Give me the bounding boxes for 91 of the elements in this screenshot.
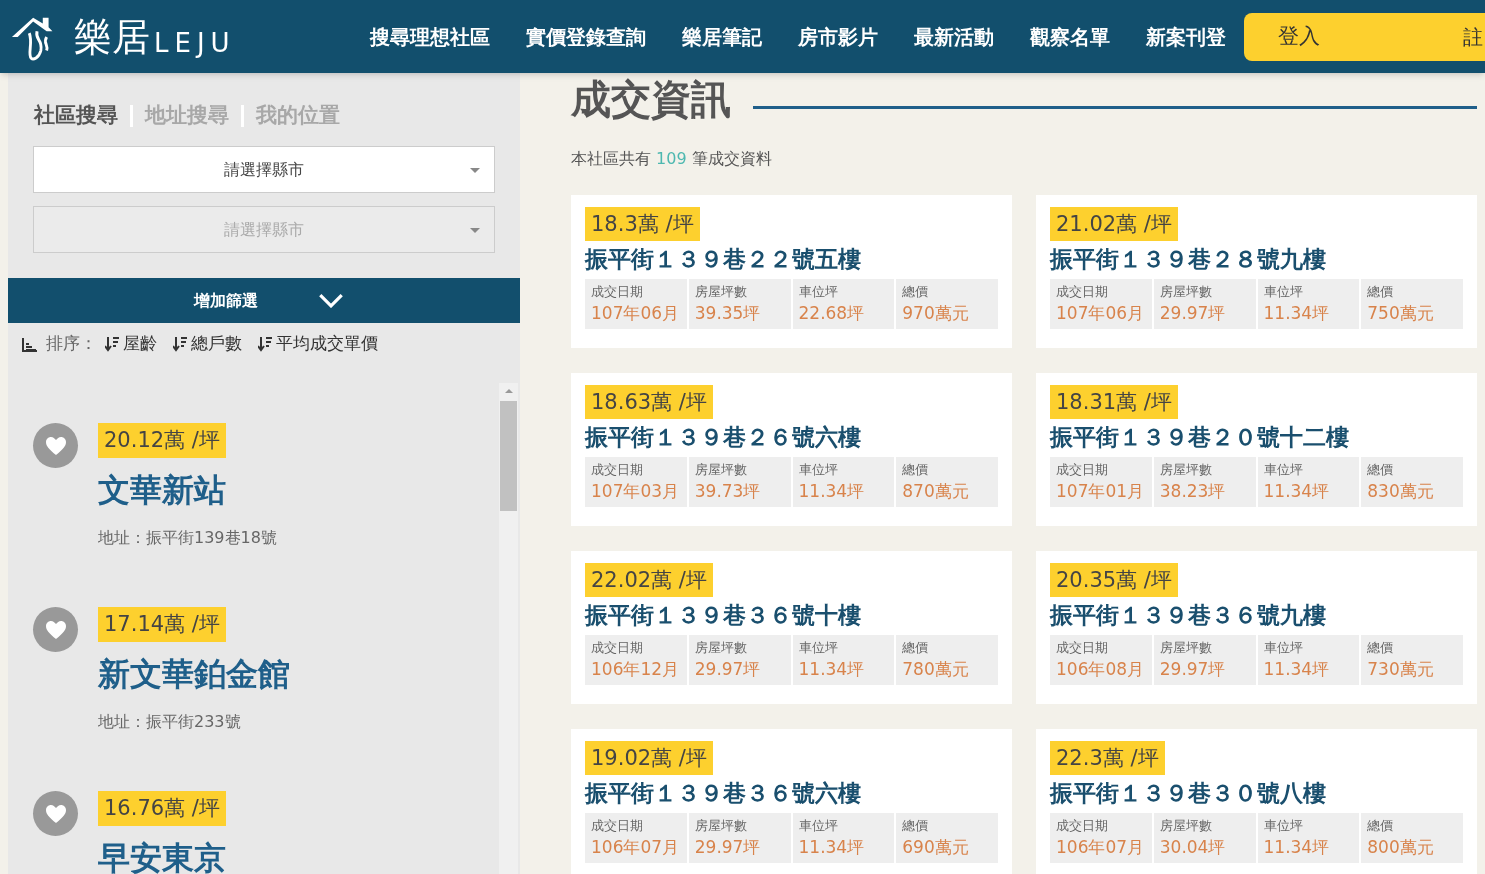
caret-icon (470, 168, 480, 173)
deal-address: 振平街１３９巷２２號五樓 (585, 245, 862, 274)
deal-field: 成交日期 107年06月 (585, 279, 687, 329)
price-tag: 22.3萬 /坪 (1050, 741, 1165, 775)
login-button[interactable]: 登入 (1244, 12, 1384, 61)
heart-icon (44, 619, 67, 640)
deal-field: 成交日期 106年07月 (1050, 813, 1152, 863)
deal-field: 成交日期 107年03月 (585, 457, 687, 507)
price-tag: 21.02萬 /坪 (1050, 207, 1178, 241)
community-address: 地址：振平街233號 (98, 711, 241, 733)
deal-field: 房屋坪數 39.35坪 (688, 279, 791, 329)
sort-label: 排序： (46, 332, 97, 356)
deal-field: 總價 800萬元 (1361, 813, 1463, 863)
community-name-link[interactable]: 文華新站 (98, 470, 226, 510)
nav-link[interactable]: 樂居筆記 (682, 21, 762, 52)
deal-field: 總價 830萬元 (1361, 457, 1463, 507)
deal-field: 車位坪 11.34坪 (1257, 813, 1360, 863)
deal-field: 車位坪 22.68坪 (792, 279, 895, 329)
logo-latin-text: LEJU (154, 29, 236, 56)
favorite-button[interactable] (33, 607, 78, 652)
deal-field: 總價 780萬元 (896, 635, 998, 685)
deal-field: 房屋坪數 29.97坪 (688, 813, 791, 863)
deal-address: 振平街１３９巷２６號六樓 (585, 423, 862, 452)
deal-field: 成交日期 106年07月 (585, 813, 687, 863)
deal-address: 振平街１３９巷２０號十二樓 (1050, 423, 1350, 452)
sort-descending-icon (105, 336, 119, 352)
scroll-up-icon (504, 389, 513, 393)
deal-field: 車位坪 11.34坪 (792, 635, 895, 685)
community-name-link[interactable]: 早安東京 (98, 838, 226, 874)
nav-link[interactable]: 最新活動 (914, 21, 994, 52)
sort-descending-icon (173, 336, 187, 352)
sort-descending-icon (258, 336, 272, 352)
deal-address: 振平街１３９巷３６號十樓 (585, 601, 862, 630)
sort-option[interactable]: 平均成交單價 (258, 331, 378, 357)
deal-field: 成交日期 107年01月 (1050, 457, 1152, 507)
logo-text: 樂居 (74, 17, 150, 56)
search-tab[interactable]: 社區搜尋 (34, 100, 118, 132)
price-tag: 20.12萬 /坪 (98, 423, 226, 458)
heart-icon (44, 435, 67, 456)
price-tag: 19.02萬 /坪 (585, 741, 713, 775)
nav-link[interactable]: 觀察名單 (1030, 21, 1110, 52)
scrollbar-thumb[interactable] (500, 401, 517, 511)
deal-field: 車位坪 11.34坪 (1257, 457, 1360, 507)
sort-bars-icon (22, 336, 38, 352)
deal-field: 車位坪 11.34坪 (792, 813, 895, 863)
price-tag: 18.3萬 /坪 (585, 207, 700, 241)
price-tag: 18.31萬 /坪 (1050, 385, 1178, 419)
nav-link[interactable]: 新案刊登 (1146, 21, 1226, 52)
deal-field: 成交日期 107年06月 (1050, 279, 1152, 329)
deal-field: 車位坪 11.34坪 (792, 457, 895, 507)
deal-address: 振平街１３９巷３６號九樓 (1050, 601, 1327, 630)
deal-address: 振平街１３９巷２８號九樓 (1050, 245, 1327, 274)
price-tag: 22.02萬 /坪 (585, 563, 713, 597)
nav-link[interactable]: 房市影片 (798, 21, 878, 52)
caret-icon (470, 228, 480, 233)
add-filter-button[interactable]: 增加篩選 (8, 278, 520, 323)
heart-icon (44, 803, 67, 824)
section-title: 成交資訊 (571, 75, 731, 123)
sort-option[interactable]: 屋齡 (105, 331, 157, 357)
deal-field: 總價 750萬元 (1361, 279, 1463, 329)
deal-field: 房屋坪數 39.73坪 (688, 457, 791, 507)
deal-address: 振平街１３９巷３６號六樓 (585, 779, 862, 808)
deal-field: 房屋坪數 30.04坪 (1153, 813, 1256, 863)
price-tag: 20.35萬 /坪 (1050, 563, 1178, 597)
favorite-button[interactable] (33, 791, 78, 836)
deal-field: 成交日期 106年12月 (585, 635, 687, 685)
deal-address: 振平街１３９巷３０號八樓 (1050, 779, 1327, 808)
deal-field: 成交日期 106年08月 (1050, 635, 1152, 685)
price-tag: 17.14萬 /坪 (98, 607, 226, 642)
community-name-link[interactable]: 新文華鉑金館 (98, 654, 290, 694)
deal-field: 車位坪 11.34坪 (1257, 635, 1360, 685)
price-tag: 18.63萬 /坪 (585, 385, 713, 419)
deal-field: 總價 690萬元 (896, 813, 998, 863)
sort-option[interactable]: 總戶數 (173, 331, 242, 357)
deal-field: 總價 970萬元 (896, 279, 998, 329)
deal-field: 車位坪 11.34坪 (1257, 279, 1360, 329)
deal-field: 總價 870萬元 (896, 457, 998, 507)
deal-field: 房屋坪數 29.97坪 (1153, 635, 1256, 685)
deal-field: 總價 730萬元 (1361, 635, 1463, 685)
nav-link[interactable]: 實價登錄查詢 (526, 21, 646, 52)
register-link[interactable]: 註 (1384, 12, 1485, 61)
nav-link[interactable]: 搜尋理想社區 (370, 21, 490, 52)
city-select[interactable]: 請選擇縣市 (33, 146, 495, 193)
deal-count-text: 本社區共有 109 筆成交資料 (571, 148, 773, 170)
chevron-down-icon (318, 293, 344, 308)
deal-field: 房屋坪數 29.97坪 (688, 635, 791, 685)
price-tag: 16.76萬 /坪 (98, 791, 226, 826)
community-address: 地址：振平街139巷18號 (98, 527, 277, 549)
favorite-button[interactable] (33, 423, 78, 468)
deal-field: 房屋坪數 29.97坪 (1153, 279, 1256, 329)
deal-field: 房屋坪數 38.23坪 (1153, 457, 1256, 507)
